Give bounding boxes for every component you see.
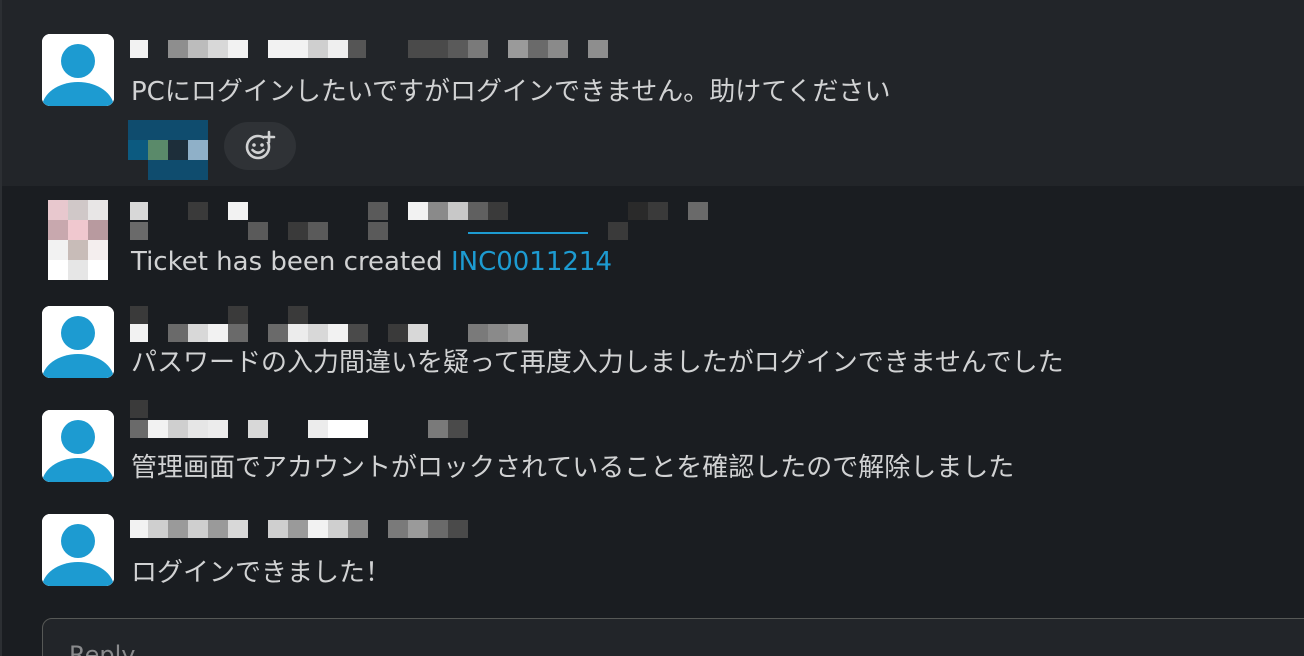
default-user-avatar-icon <box>42 514 114 586</box>
sender-name-redacted[interactable] <box>130 520 470 538</box>
add-reaction-emoji-icon <box>245 130 276 160</box>
avatar[interactable] <box>42 410 114 482</box>
message-text: ログインできました！ <box>131 558 392 588</box>
sender-name-redacted[interactable] <box>130 400 490 440</box>
thread-view: PCにログインしたいですがログインできません。助けてください Ticket ha… <box>0 0 1304 656</box>
message-text-prefix: Ticket has been created <box>131 247 451 277</box>
bot-avatar[interactable] <box>48 200 108 280</box>
message-text: PCにログインしたいですがログインできません。助けてください <box>131 77 891 107</box>
reply-input[interactable]: Reply… <box>42 618 1304 656</box>
message-text: パスワードの入力間違いを疑って再度入力しましたがログインできませんでした <box>131 348 1064 378</box>
add-reaction-button[interactable] <box>224 122 296 170</box>
avatar[interactable] <box>42 306 114 378</box>
pane-border <box>0 0 2 656</box>
message-text: Ticket has been created INC0011214 <box>131 245 612 279</box>
avatar[interactable] <box>42 34 114 106</box>
sender-name-redacted[interactable] <box>130 306 530 342</box>
avatar[interactable] <box>42 514 114 586</box>
default-user-avatar-icon <box>42 34 114 106</box>
sender-name-redacted[interactable] <box>130 202 710 242</box>
reaction-emoji-redacted[interactable] <box>128 120 208 180</box>
default-user-avatar-icon <box>42 306 114 378</box>
default-user-avatar-icon <box>42 410 114 482</box>
reply-placeholder: Reply… <box>69 641 160 656</box>
message-text: 管理画面でアカウントがロックされていることを確認したので解除しました <box>131 453 1015 483</box>
ticket-link[interactable]: INC0011214 <box>451 247 612 277</box>
sender-name-redacted[interactable] <box>130 40 610 58</box>
